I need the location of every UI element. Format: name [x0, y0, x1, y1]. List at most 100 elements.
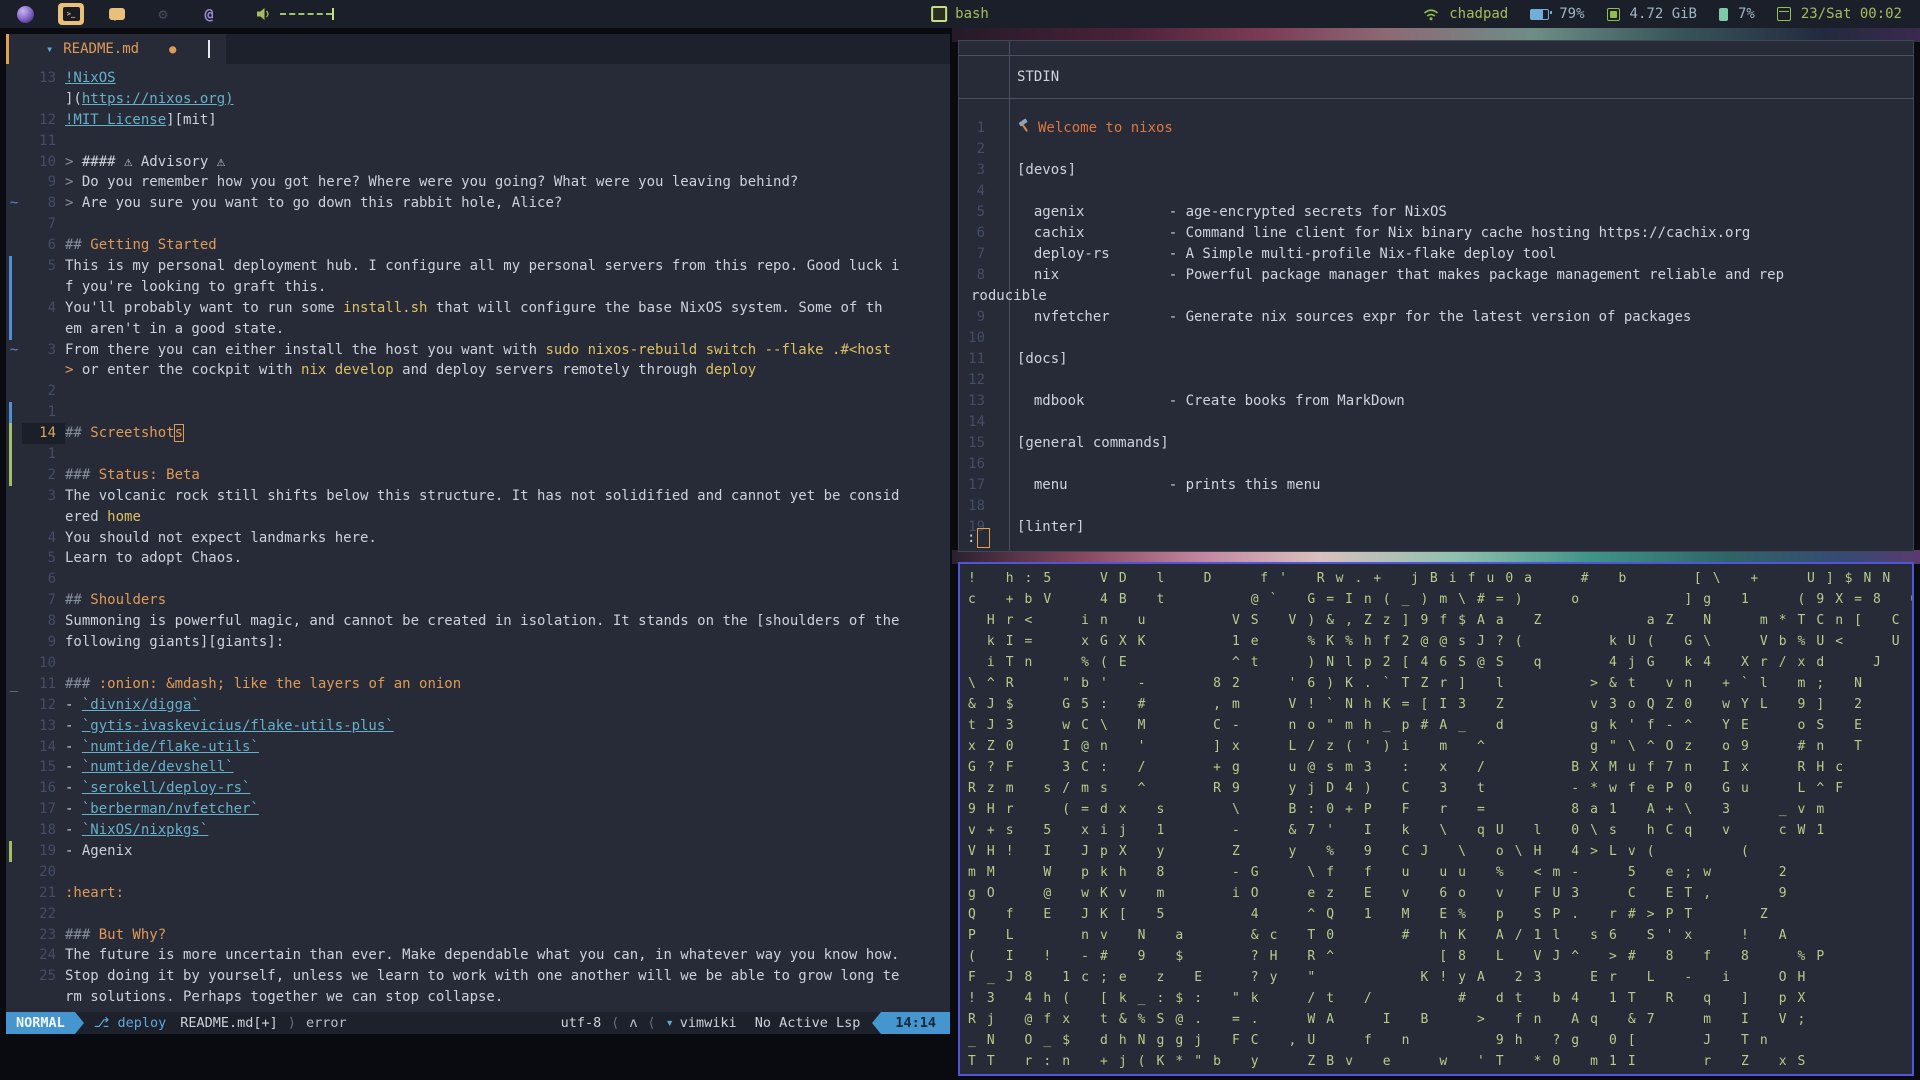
editor-line[interactable]: > or enter the cockpit with nix develop …: [6, 360, 950, 381]
window-title: bash: [955, 6, 989, 22]
firefox-icon[interactable]: [12, 3, 38, 25]
editor-line[interactable]: 24 The future is more uncertain than ever…: [6, 945, 950, 966]
gutter-marker: [6, 297, 22, 319]
volume-slider[interactable]: [280, 8, 334, 20]
powerline-arrow-icon: [872, 1012, 882, 1034]
prompt-char: :: [967, 530, 976, 546]
calendar-icon: [1776, 7, 1791, 21]
editor-line[interactable]: 19 - Agenix: [6, 840, 950, 862]
editor-line[interactable]: 4 You should not expect landmarks here.: [6, 528, 950, 549]
line-number: 13: [968, 393, 985, 409]
editor-line[interactable]: 18 - `NixOS/nixpkgs`: [6, 820, 950, 841]
line-number: 8: [47, 613, 56, 630]
editor-line[interactable]: 2 ### Status: Beta: [6, 464, 950, 486]
editor-line[interactable]: 7: [6, 214, 950, 235]
editor-line[interactable]: _ 11 ### :onion: &mdash; like the layers o…: [6, 674, 950, 695]
editor-line[interactable]: 1: [6, 444, 950, 465]
line-text: [docs]: [1017, 351, 1068, 367]
editor-line[interactable]: 10 > #### ⚠ Advisory ⚠: [6, 152, 950, 173]
pager-prompt[interactable]: :: [967, 528, 991, 548]
editor-line[interactable]: 6 ## Getting Started: [6, 235, 950, 256]
editor-line[interactable]: ered home: [6, 507, 950, 528]
line-number: 17: [39, 801, 56, 818]
editor-line[interactable]: 5 Learn to adopt Chaos.: [6, 548, 950, 569]
editor-line[interactable]: 2: [6, 381, 950, 402]
matrix-row: c + b V 4 B t @ ` G = I n ( _ ) m \ # = …: [968, 592, 1914, 607]
pager-line: roducible: [959, 286, 1913, 307]
editor-line[interactable]: ~3 From there you can either install the …: [6, 340, 950, 361]
editor-line[interactable]: 14 - `numtide/flake-utils`: [6, 737, 950, 758]
separator-icon: ⟨: [647, 1015, 656, 1031]
editor-line[interactable]: 17 - `berberman/nvfetcher`: [6, 799, 950, 820]
editor-line[interactable]: ](https://nixos.org): [6, 89, 950, 110]
editor-content: 13 !NixOS](https://nixos.org) 12 !MIT Licen…: [6, 66, 950, 1012]
editor-line[interactable]: 16 - `serokell/deploy-rs`: [6, 778, 950, 799]
line-text: > #### ⚠ Advisory ⚠: [65, 153, 226, 170]
line-number: 14: [39, 738, 56, 755]
tab-readme[interactable]: ▾ README.md ●: [6, 34, 227, 64]
editor-line[interactable]: f you're looking to graft this.: [6, 276, 950, 298]
editor-line[interactable]: 23 ### But Why?: [6, 925, 950, 946]
editor-line[interactable]: 12 - `divnix/digga`: [6, 695, 950, 716]
editor-line[interactable]: 6: [6, 569, 950, 590]
editor-line[interactable]: 21:heart:: [6, 883, 950, 904]
editor-line[interactable]: 1: [6, 402, 950, 424]
editor-line[interactable]: 9 > Do you remember how you got here? Whe…: [6, 172, 950, 193]
editor-line[interactable]: ~8 > Are you sure you want to go down thi…: [6, 193, 950, 214]
editor-line[interactable]: 10: [6, 653, 950, 674]
line-number: 13: [39, 70, 56, 86]
line-number: 14: [22, 423, 65, 445]
line-text: Welcome to nixos: [1017, 118, 1913, 139]
editor-line[interactable]: 7 ## Shoulders: [6, 590, 950, 611]
editor-line[interactable]: 8 Summoning is powerful magic, and cannot…: [6, 611, 950, 632]
volume-handle[interactable]: [332, 8, 334, 20]
editor-line[interactable]: 3 The volcanic rock still shifts below th…: [6, 486, 950, 507]
line-number: 1: [976, 120, 985, 136]
line-number: 3: [47, 487, 56, 504]
editor-line[interactable]: 15 - `numtide/devshell`: [6, 757, 950, 778]
chat-icon[interactable]: [104, 3, 130, 25]
editor-line[interactable]: em aren't in a good state.: [6, 318, 950, 340]
matrix-row: P L n v N a & c T 0 # h K A / 1 l s 6 S …: [968, 928, 1789, 943]
terminal-icon[interactable]: >_: [58, 3, 84, 25]
settings-gear-icon[interactable]: ⚙: [150, 3, 176, 25]
editor-line[interactable]: 9 following giants][giants]:: [6, 632, 950, 653]
line-text: - `berberman/nvfetcher`: [65, 801, 259, 818]
line-number: 15: [968, 435, 985, 451]
matrix-row: ( I ! - # 9 $ ? H R ^ [ 8 L V J ^ > # 8 …: [968, 949, 1826, 964]
line-text: Learn to adopt Chaos.: [65, 550, 243, 567]
pager-line: 8 nix - Powerful package manager that ma…: [959, 265, 1913, 286]
pager-line: 12: [959, 370, 1913, 391]
matrix-row: x Z 0 I @ n ' ] x L / z ( ' ) i m ^ g " …: [968, 739, 1864, 754]
line-text: Stop doing it by yourself, unless we lea…: [65, 968, 900, 985]
matrix-row: T T r : n + j ( K * " b y Z B v e w ' T …: [968, 1054, 1807, 1069]
at-icon[interactable]: @: [196, 3, 222, 25]
editor-line[interactable]: rm solutions. Perhaps together we can st…: [6, 987, 950, 1008]
line-text: ### Status: Beta: [65, 466, 200, 483]
editor-line[interactable]: 4 You'll probably want to run some instal…: [6, 297, 950, 319]
modified-dot-icon: ●: [169, 42, 177, 56]
editor-line[interactable]: 22: [6, 904, 950, 925]
editor-line[interactable]: 5 This is my personal deployment hub. I c…: [6, 256, 950, 277]
gutter-marker: [6, 611, 22, 632]
editor-line[interactable]: 14 ## Screetshots: [6, 423, 950, 445]
editor-line[interactable]: 12 !MIT License][mit]: [6, 110, 950, 131]
terminal-glyph: >_: [62, 7, 80, 21]
gutter-marker: ~: [9, 341, 19, 358]
line-text: f you're looking to graft this.: [65, 278, 327, 295]
editor-line[interactable]: 13 !NixOS: [6, 68, 950, 89]
line-text: !MIT License][mit]: [65, 111, 217, 128]
editor-line[interactable]: 20: [6, 862, 950, 883]
line-text: following giants][giants]:: [65, 634, 285, 651]
line-number: 1: [47, 404, 56, 421]
editor-line[interactable]: 11: [6, 131, 950, 152]
line-text: [65, 904, 950, 925]
editor-line[interactable]: 13 - `gytis-ivaskevicius/flake-utils-plus…: [6, 716, 950, 737]
pager-line: 4: [959, 181, 1913, 202]
line-text: ### But Why?: [65, 926, 167, 943]
gutter-marker: [6, 381, 22, 402]
volume-control[interactable]: [256, 7, 334, 21]
gutter-marker: [6, 925, 22, 946]
line-number: 20: [39, 863, 56, 880]
editor-line[interactable]: 25 Stop doing it by yourself, unless we l…: [6, 966, 950, 987]
